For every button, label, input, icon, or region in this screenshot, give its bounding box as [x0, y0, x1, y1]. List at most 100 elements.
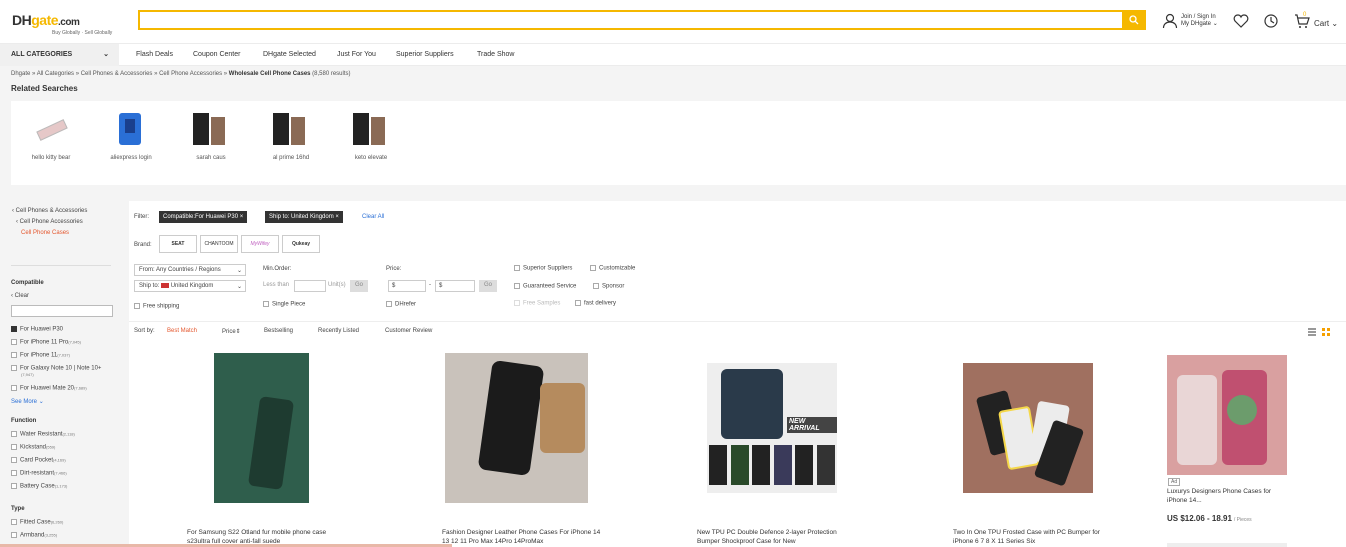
related-item[interactable]: aliexpress login [96, 111, 166, 161]
account-menu[interactable]: Join / Sign In My DHgate ⌄ [1181, 14, 1218, 28]
related-item[interactable]: sarah caus [176, 111, 246, 161]
brand-option[interactable]: CHANTOOM [200, 235, 238, 253]
type-option[interactable]: Fitted Case(6,260) [11, 519, 63, 526]
nav-trade-show[interactable]: Trade Show [477, 51, 514, 58]
history-icon[interactable] [1263, 13, 1279, 29]
single-piece-option[interactable]: Single Piece [263, 301, 305, 308]
function-option[interactable]: Kickstand(559) [11, 444, 55, 451]
user-icon[interactable] [1162, 13, 1178, 29]
price-go-button[interactable]: Go [479, 280, 497, 292]
compatible-option[interactable]: For iPhone 11 Pro(7,045) [11, 339, 81, 346]
type-option[interactable]: Armband(3,255) [11, 532, 57, 539]
checkbox[interactable] [11, 385, 17, 391]
product-image[interactable] [445, 353, 588, 503]
checkbox[interactable] [590, 265, 596, 271]
product-title[interactable]: Fashion Designer Leather Phone Cases For… [442, 528, 602, 546]
price-max-input[interactable]: $ [435, 280, 475, 292]
function-option[interactable]: Water Resistant(2,118) [11, 431, 75, 438]
brand-option[interactable]: Qukeay [282, 235, 320, 253]
compatible-option[interactable]: For Galaxy Note 10 | Note 10+ (7,947) [11, 365, 121, 378]
search-input[interactable] [138, 10, 1146, 30]
checkbox[interactable] [11, 352, 17, 358]
checkbox[interactable] [11, 326, 17, 332]
checkbox[interactable] [593, 283, 599, 289]
close-icon[interactable]: × [335, 214, 339, 220]
filter-chip[interactable]: Compatible:For Huawei P30 × [159, 211, 248, 223]
product-image[interactable]: NEW ARRIVAL [707, 363, 837, 493]
nav-superior-suppliers[interactable]: Superior Suppliers [396, 51, 454, 58]
min-order-go-button[interactable]: Go [350, 280, 368, 292]
sort-recently-listed[interactable]: Recently Listed [318, 328, 359, 334]
checkbox[interactable] [11, 365, 17, 371]
sort-price[interactable]: Price⇕ [222, 328, 241, 335]
sidebar-cat-accessories[interactable]: ‹ Cell Phone Accessories [16, 219, 83, 225]
compatible-option[interactable]: For iPhone 11(7,037) [11, 352, 70, 359]
product-title[interactable]: Luxurys Designers Phone Cases for iPhone… [1167, 487, 1282, 505]
nav-dhgate-selected[interactable]: DHgate Selected [263, 51, 316, 58]
sidebar-cat-cell-phones[interactable]: ‹ Cell Phones & Accessories [12, 208, 87, 214]
see-more-link[interactable]: See More ⌄ [11, 398, 44, 405]
product-image[interactable] [963, 363, 1093, 493]
function-option[interactable]: Card Pocket(4,169) [11, 457, 66, 464]
related-item[interactable]: al prime 16hd [256, 111, 326, 161]
product-title[interactable]: Two In One TPU Frosted Case with PC Bump… [953, 528, 1113, 546]
brand-option[interactable]: MyWifey [241, 235, 279, 253]
clear-all-link[interactable]: Clear All [362, 214, 384, 220]
function-option[interactable]: Battery Case(1,173) [11, 483, 67, 490]
logo[interactable]: DHgate.com [12, 12, 80, 28]
product-image[interactable] [214, 353, 309, 503]
free-shipping-option[interactable]: Free shipping [134, 303, 179, 310]
checkbox[interactable] [134, 303, 140, 309]
clear-link[interactable]: ‹ Clear [11, 293, 29, 299]
compatible-option[interactable]: For Huawei Mate 20(7,689) [11, 385, 87, 392]
nav-flash-deals[interactable]: Flash Deals [136, 51, 173, 58]
cart-icon[interactable] [1294, 13, 1310, 29]
customizable-option[interactable]: Customizable [590, 265, 635, 272]
checkbox[interactable] [386, 301, 392, 307]
price-min-input[interactable]: $ [388, 280, 426, 292]
close-icon[interactable]: × [240, 214, 244, 220]
checkbox[interactable] [11, 519, 17, 525]
compatible-search-input[interactable] [11, 305, 113, 317]
cart-label[interactable]: Cart ⌄ [1314, 19, 1338, 28]
filter-chip[interactable]: Ship to: United Kingdom × [265, 211, 343, 223]
heart-icon[interactable] [1233, 13, 1249, 29]
list-view-icon[interactable] [1308, 328, 1316, 336]
from-region-select[interactable]: From: Any Countries / Regions ⌄ [134, 264, 246, 276]
checkbox[interactable] [514, 265, 520, 271]
checkbox[interactable] [514, 300, 520, 306]
checkbox[interactable] [11, 431, 17, 437]
fast-delivery-option[interactable]: fast delivery [575, 300, 616, 307]
sort-customer-review[interactable]: Customer Review [385, 328, 432, 334]
grid-view-icon[interactable] [1322, 328, 1330, 336]
product-image[interactable] [1167, 355, 1287, 475]
compatible-option[interactable]: For Huawei P30 [11, 326, 63, 333]
dhrefer-option[interactable]: DHrefer [386, 301, 416, 308]
checkbox[interactable] [575, 300, 581, 306]
checkbox[interactable] [11, 470, 17, 476]
all-categories-dropdown[interactable]: ALL CATEGORIES ⌄ [0, 44, 119, 66]
sort-best-match[interactable]: Best Match [167, 328, 197, 334]
checkbox[interactable] [11, 457, 17, 463]
checkbox[interactable] [263, 301, 269, 307]
checkbox[interactable] [11, 339, 17, 345]
free-samples-option[interactable]: Free Samples [514, 300, 560, 307]
min-order-input[interactable] [294, 280, 326, 292]
sponsor-option[interactable]: Sponsor [593, 283, 624, 290]
checkbox[interactable] [514, 283, 520, 289]
related-item[interactable]: keto elevate [336, 111, 406, 161]
ship-to-select[interactable]: Ship to: United Kingdom ⌄ [134, 280, 246, 292]
checkbox[interactable] [11, 532, 17, 538]
brand-option[interactable]: SEAT [159, 235, 197, 253]
breadcrumb-path[interactable]: Dhgate » All Categories » Cell Phones & … [11, 71, 229, 77]
nav-just-for-you[interactable]: Just For You [337, 51, 376, 58]
search-button[interactable] [1122, 10, 1146, 30]
sign-in-link[interactable]: Join / Sign In [1181, 14, 1218, 21]
related-item[interactable]: hello kitty bear [16, 111, 86, 161]
product-title[interactable]: New TPU PC Double Defence 2-layer Protec… [697, 528, 857, 546]
guaranteed-service-option[interactable]: Guaranteed Service [514, 283, 576, 290]
my-dhgate-link[interactable]: My DHgate [1181, 21, 1211, 27]
sort-bestselling[interactable]: Bestselling [264, 328, 293, 334]
checkbox[interactable] [11, 444, 17, 450]
superior-suppliers-option[interactable]: Superior Suppliers [514, 265, 572, 272]
